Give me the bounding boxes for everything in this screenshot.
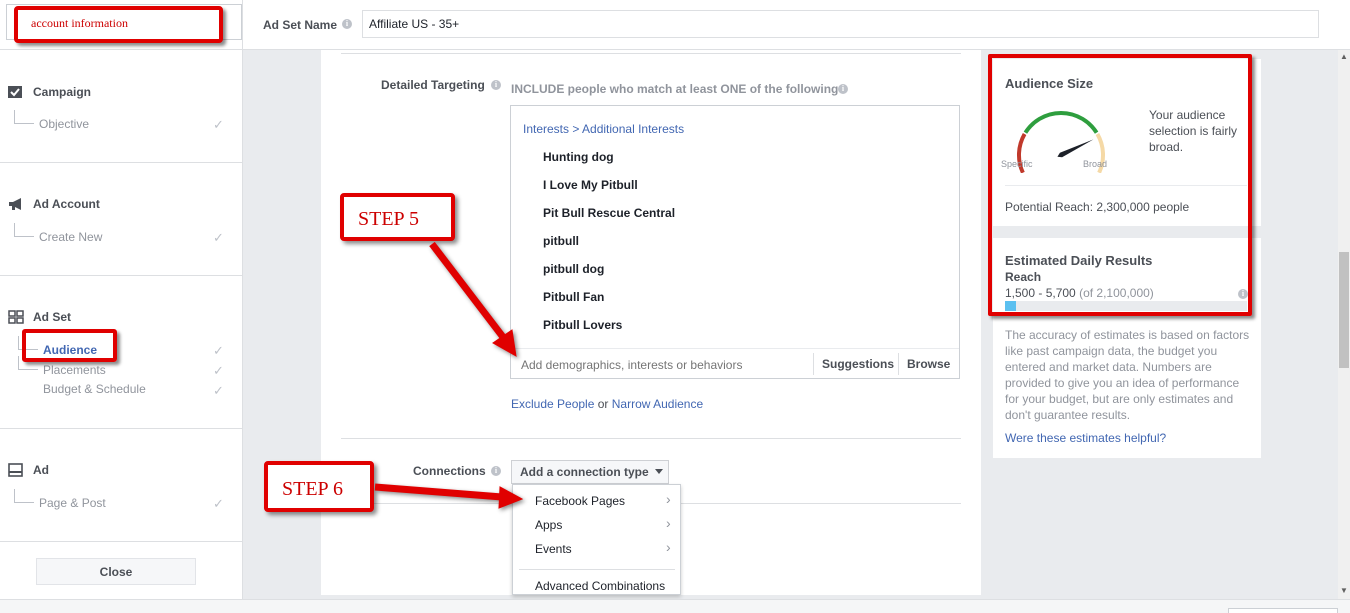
sidebar-item-create-new[interactable]: Create New: [14, 223, 103, 244]
check-icon: ✓: [213, 343, 224, 358]
info-icon[interactable]: i: [491, 466, 501, 476]
connection-type-menu: Facebook Pages › Apps › Events › Advance…: [512, 484, 681, 595]
sidebar-item-label: Placements: [43, 363, 106, 377]
interests-breadcrumb[interactable]: Interests > Additional Interests: [523, 122, 684, 136]
sidebar-section-title: Ad: [33, 463, 49, 477]
sidebar-item-ad-account[interactable]: Ad Account: [8, 197, 100, 211]
sidebar-item-label: Create New: [39, 230, 103, 244]
divider: [341, 53, 961, 54]
sidebar-item-ad[interactable]: Ad: [8, 463, 49, 477]
close-button[interactable]: Close: [36, 558, 196, 585]
button-label: Add a connection type: [520, 465, 649, 479]
interest-item[interactable]: Hunting dog: [543, 150, 614, 164]
check-icon: ✓: [213, 496, 224, 511]
sidebar-section-campaign: Campaign Objective ✓: [0, 50, 242, 163]
adset-name-label: Ad Set Name: [263, 18, 338, 32]
divider: [341, 438, 961, 439]
add-connection-type-button[interactable]: Add a connection type: [511, 460, 669, 484]
adset-name-input[interactable]: [362, 10, 1319, 38]
browse-button[interactable]: Browse: [898, 353, 958, 375]
sidebar-section-title: Campaign: [33, 85, 92, 99]
include-text: INCLUDE people who match at least ONE of…: [511, 82, 839, 96]
check-icon: ✓: [213, 363, 224, 378]
targeting-search-row: Suggestions Browse: [511, 348, 959, 379]
detailed-targeting-label: Detailed Targeting: [381, 78, 485, 92]
chevron-right-icon: ›: [666, 491, 671, 507]
interest-item[interactable]: Pitbull Fan: [543, 290, 604, 304]
or-text: or: [597, 397, 609, 411]
menu-separator: [519, 569, 675, 570]
narrow-audience-link[interactable]: Narrow Audience: [612, 397, 703, 411]
interest-item[interactable]: Pit Bull Rescue Central: [543, 206, 675, 220]
targeting-search-input[interactable]: [521, 356, 806, 373]
sidebar-item-objective[interactable]: Objective: [14, 110, 90, 131]
menu-item-facebook-pages[interactable]: Facebook Pages: [535, 494, 625, 508]
sidebar-item-label: Budget & Schedule: [43, 382, 146, 396]
sidebar-section-ad: Ad Page & Post ✓: [0, 429, 242, 542]
interest-item[interactable]: pitbull: [543, 234, 579, 248]
exclude-narrow-row: Exclude People or Narrow Audience: [511, 397, 703, 411]
scroll-up-icon[interactable]: ▲: [1340, 52, 1348, 61]
divider: [242, 0, 243, 50]
top-bar: account information Ad Set Name i: [0, 0, 1350, 50]
chevron-right-icon: ›: [666, 539, 671, 555]
menu-item-advanced-combinations[interactable]: Advanced Combinations: [535, 579, 665, 593]
step-6-annotation: STEP 6: [264, 461, 374, 512]
check-icon: ✓: [213, 230, 224, 245]
sidebar-section-title: Ad Set: [33, 310, 72, 324]
bottom-action-button[interactable]: [1228, 608, 1338, 613]
check-icon: ✓: [213, 383, 224, 398]
info-icon[interactable]: i: [838, 84, 848, 94]
info-icon[interactable]: i: [342, 19, 352, 29]
page-scrollbar[interactable]: ▲ ▼: [1338, 50, 1350, 599]
sidebar-item-audience[interactable]: Audience: [43, 343, 97, 357]
caret-down-icon: [654, 469, 663, 474]
grid-icon: [8, 310, 24, 324]
exclude-people-link[interactable]: Exclude People: [511, 397, 594, 411]
estimates-helpful-link[interactable]: Were these estimates helpful?: [1005, 431, 1166, 445]
step-5-annotation: STEP 5: [340, 193, 455, 241]
checkbox-icon: [8, 86, 22, 98]
chevron-right-icon: ›: [666, 515, 671, 531]
sidebar-item-label: Page & Post: [39, 496, 106, 510]
audience-results-highlight-annotation: [988, 54, 1252, 316]
info-icon[interactable]: i: [491, 80, 501, 90]
scroll-down-icon[interactable]: ▼: [1340, 586, 1348, 595]
sidebar-section-title: Ad Account: [33, 197, 100, 211]
sidebar-item-ad-set[interactable]: Ad Set: [8, 310, 71, 324]
adset-form-panel: Detailed Targeting i INCLUDE people who …: [321, 50, 981, 595]
account-information-annotation: account information: [14, 6, 223, 43]
interest-item[interactable]: Pitbull Lovers: [543, 318, 622, 332]
sidebar: Campaign Objective ✓ Ad Account Create N…: [0, 50, 243, 613]
sidebar-item-placements[interactable]: Placements: [18, 356, 106, 377]
ad-box-icon: [8, 463, 23, 477]
megaphone-icon: [9, 198, 21, 210]
detailed-targeting-box: Interests > Additional Interests Hunting…: [510, 105, 960, 379]
scrollbar-thumb[interactable]: [1339, 252, 1349, 368]
sidebar-item-campaign[interactable]: Campaign: [8, 85, 91, 99]
menu-item-events[interactable]: Events: [535, 542, 572, 556]
menu-item-apps[interactable]: Apps: [535, 518, 562, 532]
check-icon: ✓: [213, 117, 224, 132]
suggestions-button[interactable]: Suggestions: [813, 353, 902, 375]
connections-label: Connections: [413, 464, 486, 478]
estimates-note: The accuracy of estimates is based on fa…: [1005, 328, 1250, 422]
sidebar-section-ad-account: Ad Account Create New ✓: [0, 163, 242, 276]
sidebar-item-label: Objective: [39, 117, 90, 131]
sidebar-item-budget-schedule[interactable]: Budget & Schedule: [43, 382, 146, 396]
sidebar-item-page-post[interactable]: Page & Post: [14, 489, 106, 510]
bottom-bar: [0, 599, 1350, 613]
interest-item[interactable]: I Love My Pitbull: [543, 178, 638, 192]
interest-item[interactable]: pitbull dog: [543, 262, 604, 276]
